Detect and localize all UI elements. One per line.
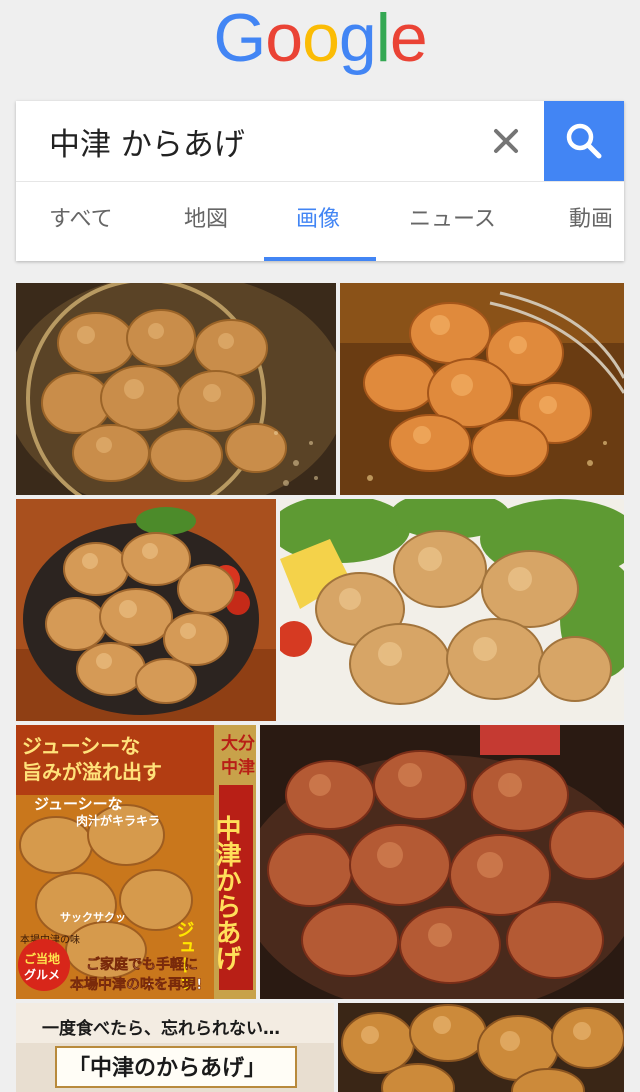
active-tab-indicator: [264, 257, 376, 261]
logo-letter: G: [213, 0, 266, 76]
search-bar: 中津 からあげ: [16, 101, 624, 181]
google-logo[interactable]: Google: [0, 4, 640, 72]
logo-letter: o: [302, 0, 340, 76]
close-icon: [494, 129, 518, 153]
logo-letter: e: [389, 0, 428, 76]
logo-letter: o: [265, 0, 303, 76]
ad-headline-1: ジューシーな: [22, 734, 140, 758]
ad-sub-1: ジューシーな: [34, 795, 123, 813]
ad-badge-1: ご当地: [24, 951, 60, 966]
banner-line-1: 一度食べたら、忘れられない…: [42, 1018, 280, 1039]
search-button[interactable]: [544, 101, 624, 181]
tab-videos[interactable]: 動画: [569, 182, 613, 261]
ad-vertical-title: 中津からあげ: [211, 815, 241, 971]
ad-headline-2: 旨みが溢れ出す: [22, 760, 162, 784]
ad-bottom-1: ご家庭でも手軽に: [86, 956, 198, 973]
ad-badge-2: グルメ: [24, 967, 60, 982]
logo-letter: l: [375, 0, 391, 76]
search-tabs: すべて 地図 画像 ニュース 動画: [16, 182, 624, 261]
tab-all[interactable]: すべて: [49, 182, 113, 261]
ad-sub-2: 肉汁がキラキラ: [76, 813, 160, 828]
search-input[interactable]: 中津 からあげ: [49, 119, 245, 164]
tab-maps[interactable]: 地図: [184, 182, 228, 261]
clear-button[interactable]: [486, 121, 526, 161]
logo-letter: g: [338, 0, 377, 76]
ad-bottom-2: 本場中津の味を再現!: [70, 976, 202, 993]
ad-crisp: サックサクッ: [60, 911, 126, 924]
ad-vertical-2: 中津: [221, 757, 255, 778]
search-card: 中津 からあげ すべて 地図 画像 ニュース 動画: [16, 101, 624, 261]
image-result-1[interactable]: [16, 283, 336, 495]
banner-line-2: 「中津のからあげ」: [68, 1055, 266, 1081]
search-icon: [566, 123, 602, 159]
image-result-4[interactable]: [280, 499, 624, 721]
image-result-5[interactable]: ジューシーな 旨みが溢れ出す ジューシーな 肉汁がキラキラ 大分 中津 中津から…: [16, 725, 256, 999]
image-result-6[interactable]: [260, 725, 624, 999]
image-result-3[interactable]: [16, 499, 276, 721]
tab-news[interactable]: ニュース: [409, 182, 496, 261]
image-result-7[interactable]: 一度食べたら、忘れられない… 「中津のからあげ」: [16, 1003, 334, 1092]
ad-vertical-1: 大分: [221, 733, 255, 754]
image-result-8[interactable]: [338, 1003, 624, 1092]
image-result-2[interactable]: [340, 283, 624, 495]
tab-images[interactable]: 画像: [296, 182, 340, 261]
